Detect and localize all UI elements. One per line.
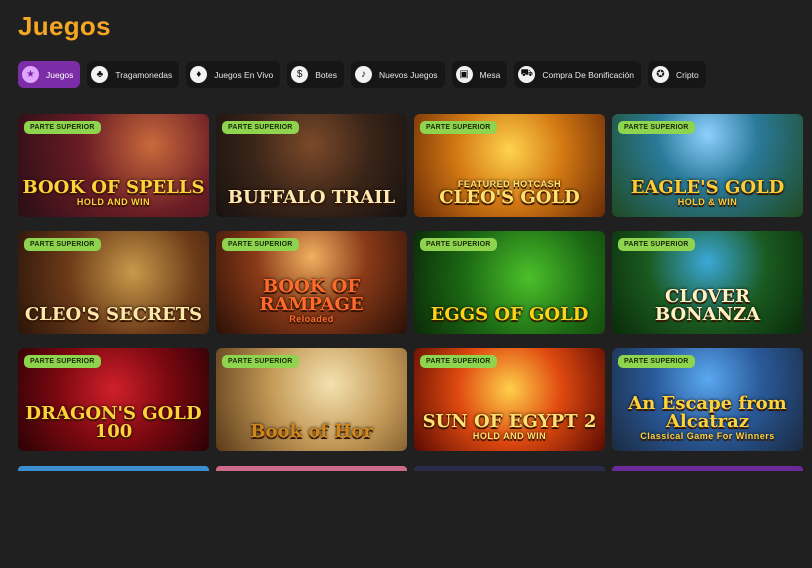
game-subtitle: HOLD AND WIN	[472, 431, 547, 441]
category-filter-bar: ★ Juegos ♣ Tragamonedas ♦ Juegos En Vivo…	[18, 61, 706, 88]
game-title-text: EGGS OF GOLD	[430, 304, 589, 325]
game-card-dragons-gold-100[interactable]: PARTE SUPERIOR DRAGON'S GOLD 100	[18, 348, 209, 451]
game-subtitle: Reloaded	[289, 314, 334, 324]
top-badge: PARTE SUPERIOR	[420, 238, 497, 251]
top-badge: PARTE SUPERIOR	[618, 355, 695, 368]
filter-cripto[interactable]: ✪ Cripto	[648, 61, 706, 88]
filter-label: Cripto	[676, 69, 699, 80]
top-badge: PARTE SUPERIOR	[24, 355, 101, 368]
game-card-book-of-hor[interactable]: PARTE SUPERIOR Book of Hor	[216, 348, 407, 451]
filter-tragamonedas[interactable]: ♣ Tragamonedas	[87, 61, 180, 88]
game-title: BUFFALO TRAIL	[216, 189, 407, 207]
cherries-icon: ♣	[91, 66, 109, 83]
table-icon: ▣	[455, 66, 473, 83]
top-badge: PARTE SUPERIOR	[222, 355, 299, 368]
filter-nuevos-juegos[interactable]: ♪ Nuevos Juegos	[350, 61, 445, 88]
game-title: CLOVER BONANZA	[612, 288, 803, 324]
game-title-text: DRAGON'S GOLD 100	[25, 403, 202, 442]
game-subtitle: HOLD & WIN	[677, 197, 738, 207]
filter-label: Tragamonedas	[115, 69, 173, 80]
game-card-cleos-secrets[interactable]: PARTE SUPERIOR CLEO'S SECRETS	[18, 231, 209, 334]
filter-label: Compra De Bonificación	[542, 69, 634, 80]
game-title-text: CLOVER BONANZA	[654, 286, 761, 325]
next-row-peek	[18, 466, 803, 471]
game-card-book-of-rampage[interactable]: PARTE SUPERIOR BOOK OF RAMPAGE Reloaded	[216, 231, 407, 334]
filter-botes[interactable]: $ Botes	[287, 61, 344, 88]
cards-icon: ♦	[190, 66, 208, 83]
game-subtitle: HOLD AND WIN	[76, 197, 151, 207]
game-title-text: BOOK OF RAMPAGE	[259, 276, 364, 315]
crypto-icon: ✪	[652, 66, 669, 83]
filter-juegos-en-vivo[interactable]: ♦ Juegos En Vivo	[186, 61, 281, 88]
top-badge: PARTE SUPERIOR	[222, 121, 299, 134]
filter-mesa[interactable]: ▣ Mesa	[451, 61, 508, 88]
dollar-icon: $	[291, 66, 309, 83]
game-title-text: EAGLE'S GOLD	[630, 177, 785, 198]
game-card-escape-from-alcatraz[interactable]: PARTE SUPERIOR An Escape from Alcatraz Cl…	[612, 348, 803, 451]
page-title: Juegos	[18, 11, 111, 41]
game-card-cleos-gold[interactable]: PARTE SUPERIOR FEATURED HOTCASH CLEO'S GO…	[414, 114, 605, 217]
top-badge: PARTE SUPERIOR	[24, 238, 101, 251]
game-title-text: BOOK OF SPELLS	[22, 177, 205, 198]
top-badge: PARTE SUPERIOR	[618, 238, 695, 251]
filter-label: Juegos En Vivo	[214, 69, 274, 80]
game-title: FEATURED HOTCASH CLEO'S GOLD	[414, 179, 605, 207]
filter-label: Mesa	[479, 69, 501, 80]
game-title: BOOK OF SPELLS HOLD AND WIN	[18, 177, 209, 208]
game-title: BOOK OF RAMPAGE Reloaded	[216, 276, 407, 325]
game-card-eggs-of-gold[interactable]: PARTE SUPERIOR EGGS OF GOLD	[414, 231, 605, 334]
game-title: DRAGON'S GOLD 100	[18, 405, 209, 441]
game-card-partial[interactable]	[216, 466, 407, 471]
bell-icon: ♪	[354, 66, 372, 83]
game-card-clover-bonanza[interactable]: PARTE SUPERIOR CLOVER BONANZA	[612, 231, 803, 334]
star-icon: ★	[22, 66, 39, 83]
game-card-sun-of-egypt-2[interactable]: PARTE SUPERIOR SUN OF EGYPT 2 HOLD AND WI…	[414, 348, 605, 451]
game-title: EAGLE'S GOLD HOLD & WIN	[612, 177, 803, 208]
filter-juegos[interactable]: ★ Juegos	[18, 61, 81, 88]
game-title-text: An Escape from Alcatraz	[628, 393, 787, 432]
game-title: An Escape from Alcatraz Classical Game Fo…	[612, 393, 803, 442]
game-title-text: BUFFALO TRAIL	[227, 187, 396, 208]
filter-label: Botes	[315, 69, 337, 80]
filter-label: Nuevos Juegos	[378, 69, 438, 80]
game-title-text: Book of Hor	[250, 421, 373, 442]
game-card-book-of-spells[interactable]: PARTE SUPERIOR BOOK OF SPELLS HOLD AND WI…	[18, 114, 209, 217]
top-badge: PARTE SUPERIOR	[420, 121, 497, 134]
game-subtitle: Classical Game For Winners	[640, 431, 775, 441]
game-card-partial[interactable]	[18, 466, 209, 471]
game-title-text: SUN OF EGYPT 2	[422, 411, 597, 432]
top-badge: PARTE SUPERIOR	[618, 121, 695, 134]
game-title-text: CLEO'S SECRETS	[24, 304, 203, 325]
top-badge: PARTE SUPERIOR	[24, 121, 101, 134]
game-title-text: CLEO'S GOLD	[439, 187, 580, 208]
game-card-partial[interactable]	[612, 466, 803, 471]
game-title: SUN OF EGYPT 2 HOLD AND WIN	[414, 411, 605, 442]
cart-icon: ⛟	[518, 66, 536, 83]
game-title: Book of Hor	[216, 423, 407, 441]
game-title: EGGS OF GOLD	[414, 306, 605, 324]
filter-label: Juegos	[46, 69, 74, 80]
game-grid: PARTE SUPERIOR BOOK OF SPELLS HOLD AND WI…	[18, 114, 803, 568]
game-title: CLEO'S SECRETS	[18, 306, 209, 324]
game-card-eagles-gold[interactable]: PARTE SUPERIOR EAGLE'S GOLD HOLD & WIN	[612, 114, 803, 217]
filter-compra-de-bonificacion[interactable]: ⛟ Compra De Bonificación	[514, 61, 641, 88]
game-card-buffalo-trail[interactable]: PARTE SUPERIOR BUFFALO TRAIL	[216, 114, 407, 217]
game-card-partial[interactable]	[414, 466, 605, 471]
top-badge: PARTE SUPERIOR	[222, 238, 299, 251]
top-badge: PARTE SUPERIOR	[420, 355, 497, 368]
